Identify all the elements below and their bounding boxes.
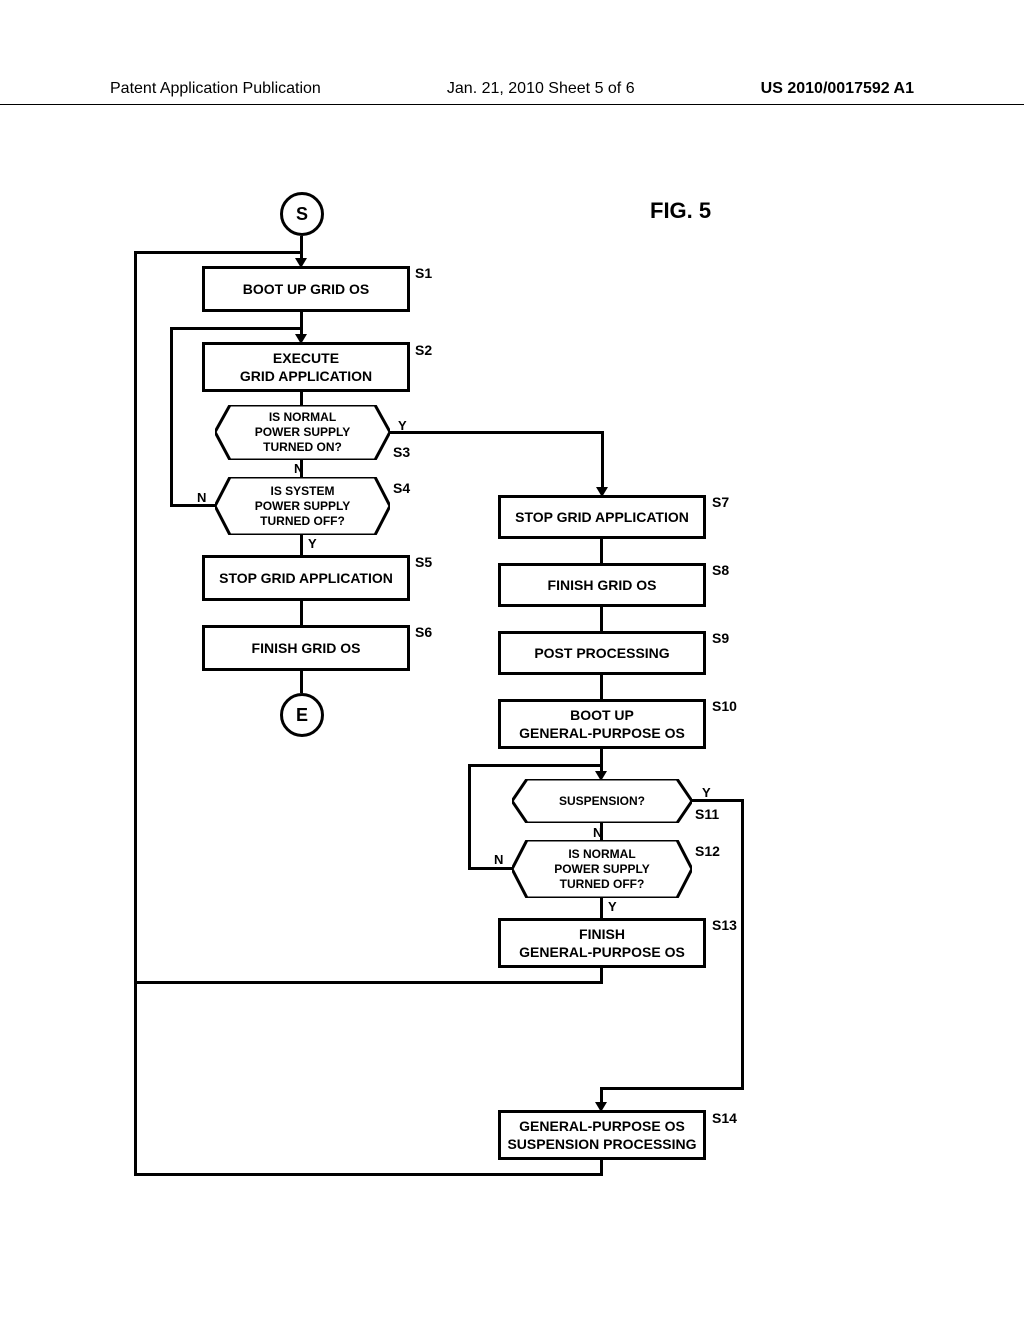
step-s12: IS NORMAL POWER SUPPLY TURNED OFF? [512,840,692,898]
start-terminal: S [280,192,324,236]
step-s2-text: EXECUTE GRID APPLICATION [240,349,372,385]
header-left: Patent Application Publication [110,80,321,98]
step-s9-label: S9 [712,630,729,646]
step-s13: FINISH GENERAL-PURPOSE OS [498,918,706,968]
page-header: Patent Application Publication Jan. 21, … [0,80,1024,105]
s4-n-label: N [197,490,206,505]
step-s5: STOP GRID APPLICATION [202,555,410,601]
step-s1-label: S1 [415,265,432,281]
step-s14-label: S14 [712,1110,737,1126]
end-terminal: E [280,693,324,737]
step-s2-label: S2 [415,342,432,358]
step-s5-text: STOP GRID APPLICATION [219,569,393,587]
step-s7-text: STOP GRID APPLICATION [515,508,689,526]
step-s14: GENERAL-PURPOSE OS SUSPENSION PROCESSING [498,1110,706,1160]
step-s11-label: S11 [695,806,719,822]
step-s13-label: S13 [712,917,737,933]
step-s14-text: GENERAL-PURPOSE OS SUSPENSION PROCESSING [507,1117,696,1153]
s12-y-label: Y [608,899,617,914]
step-s8-label: S8 [712,562,729,578]
step-s8-text: FINISH GRID OS [548,576,657,594]
step-s3: IS NORMAL POWER SUPPLY TURNED ON? [215,405,390,460]
s12-n-label: N [494,852,503,867]
step-s10: BOOT UP GENERAL-PURPOSE OS [498,699,706,749]
step-s4-text: IS SYSTEM POWER SUPPLY TURNED OFF? [255,484,351,529]
step-s3-label: S3 [393,444,410,460]
step-s4: IS SYSTEM POWER SUPPLY TURNED OFF? [215,477,390,535]
step-s10-label: S10 [712,698,737,714]
step-s7-label: S7 [712,494,729,510]
step-s13-text: FINISH GENERAL-PURPOSE OS [519,925,685,961]
step-s4-label: S4 [393,480,410,496]
step-s12-label: S12 [695,843,720,859]
step-s5-label: S5 [415,554,432,570]
step-s9-text: POST PROCESSING [534,644,669,662]
step-s6: FINISH GRID OS [202,625,410,671]
step-s1: BOOT UP GRID OS [202,266,410,312]
figure-label: FIG. 5 [650,198,711,224]
header-right: US 2010/0017592 A1 [761,80,914,98]
step-s6-label: S6 [415,624,432,640]
step-s2: EXECUTE GRID APPLICATION [202,342,410,392]
step-s1-text: BOOT UP GRID OS [243,280,370,298]
step-s3-text: IS NORMAL POWER SUPPLY TURNED ON? [255,410,351,455]
s11-y-label: Y [702,785,711,800]
step-s10-text: BOOT UP GENERAL-PURPOSE OS [519,706,685,742]
step-s7: STOP GRID APPLICATION [498,495,706,539]
step-s9: POST PROCESSING [498,631,706,675]
step-s12-text: IS NORMAL POWER SUPPLY TURNED OFF? [554,847,650,892]
header-center: Jan. 21, 2010 Sheet 5 of 6 [447,80,635,98]
step-s11-text: SUSPENSION? [559,794,645,809]
step-s11: SUSPENSION? [512,779,692,823]
s4-y-label: Y [308,536,317,551]
step-s6-text: FINISH GRID OS [252,639,361,657]
step-s8: FINISH GRID OS [498,563,706,607]
